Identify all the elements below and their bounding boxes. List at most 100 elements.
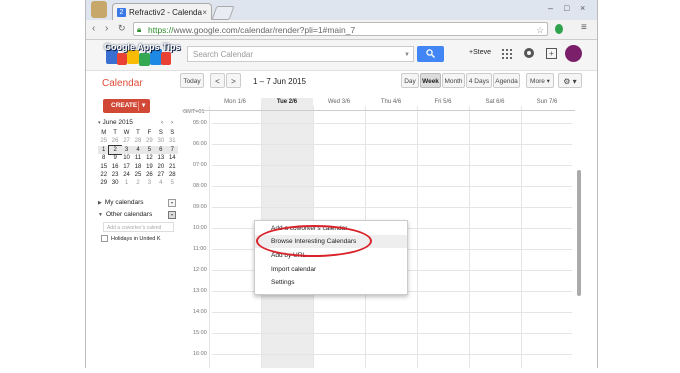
mini-calendar-day[interactable]: 22 — [98, 171, 109, 179]
mini-calendar-day[interactable]: 27 — [121, 137, 132, 145]
forward-icon[interactable]: › — [105, 23, 108, 34]
mini-calendar-day[interactable]: 2 — [108, 144, 122, 156]
mini-calendar-day[interactable]: 1 — [121, 179, 132, 187]
browser-menu-icon[interactable]: ≡ — [581, 22, 587, 33]
tab-close-icon[interactable]: × — [202, 4, 207, 20]
mini-calendar-day[interactable]: 3 — [120, 145, 133, 155]
mini-prev-icon[interactable]: ‹ — [161, 119, 163, 126]
create-button[interactable]: CREATE ▾ — [103, 99, 150, 113]
day-header[interactable]: Wed 3/6 — [313, 99, 365, 105]
mini-calendar-day[interactable]: 28 — [132, 137, 143, 145]
back-icon[interactable]: ‹ — [92, 23, 95, 34]
view-agenda-button[interactable]: Agenda — [493, 73, 520, 88]
add-coworker-input[interactable]: Add a coworker's calend — [103, 222, 174, 232]
share-plus-icon[interactable]: + — [546, 48, 557, 59]
mini-calendar-day[interactable]: 1 — [98, 145, 110, 155]
menu-item-add-by-url[interactable]: Add by URL — [271, 252, 306, 259]
mini-calendar-day[interactable]: 10 — [121, 154, 132, 162]
menu-item-add-coworker[interactable]: Add a coworker's calendar — [271, 225, 347, 232]
mini-calendar-day[interactable]: 8 — [98, 154, 109, 162]
reload-icon[interactable]: ↻ — [118, 23, 126, 34]
view-day-button[interactable]: Day — [401, 73, 419, 88]
mini-calendar-day[interactable]: 25 — [98, 137, 109, 145]
mini-calendar-day[interactable]: 4 — [155, 179, 166, 187]
mini-calendar-day[interactable]: 7 — [166, 145, 178, 155]
day-header[interactable]: Sun 7/6 — [521, 99, 573, 105]
apps-grid-icon[interactable] — [502, 49, 512, 59]
search-input[interactable]: Search Calendar ▼ — [187, 46, 414, 62]
mini-calendar-day[interactable]: 30 — [155, 137, 166, 145]
mini-calendar-day[interactable]: 15 — [98, 163, 109, 171]
mini-calendar-day[interactable]: 30 — [109, 179, 120, 187]
mini-calendar-day[interactable]: 17 — [121, 163, 132, 171]
mini-calendar-day[interactable]: 21 — [167, 163, 178, 171]
today-button[interactable]: Today — [180, 73, 204, 88]
day-header[interactable]: Sat 6/6 — [469, 99, 521, 105]
menu-item-settings[interactable]: Settings — [271, 279, 295, 286]
other-calendars-dropdown-icon[interactable]: ▾ — [168, 211, 176, 219]
mini-calendar-day[interactable]: 26 — [109, 137, 120, 145]
mini-calendar-day[interactable]: 12 — [144, 154, 155, 162]
mini-calendar-day[interactable]: 29 — [98, 179, 109, 187]
mini-calendar-day[interactable]: 24 — [121, 171, 132, 179]
prev-button[interactable]: < — [210, 73, 225, 88]
mini-calendar-day[interactable]: 20 — [155, 163, 166, 171]
profile-icon[interactable] — [91, 1, 107, 18]
search-options-icon[interactable]: ▼ — [404, 47, 410, 63]
mini-calendar-day[interactable]: 9 — [109, 154, 120, 162]
my-calendars-dropdown-icon[interactable]: ▾ — [168, 199, 176, 207]
day-header[interactable]: Tue 2/6 — [261, 99, 313, 105]
day-header[interactable]: Fri 5/6 — [417, 99, 469, 105]
search-button[interactable] — [417, 46, 444, 62]
mini-calendar-day[interactable]: 23 — [109, 171, 120, 179]
mini-calendar-day[interactable]: 27 — [155, 171, 166, 179]
day-header[interactable]: Mon 1/6 — [209, 99, 261, 105]
settings-button[interactable]: ⚙ ▾ — [558, 73, 582, 88]
view-4days-button[interactable]: 4 Days — [466, 73, 492, 88]
mini-calendar-day[interactable]: 5 — [143, 145, 156, 155]
maximize-icon[interactable]: □ — [564, 3, 569, 13]
extension-icon[interactable] — [555, 24, 563, 34]
notifications-icon[interactable] — [524, 48, 534, 58]
mini-calendar-day[interactable]: 4 — [132, 145, 144, 155]
next-button[interactable]: > — [226, 73, 241, 88]
collapse-triangle-icon[interactable]: ▾ — [98, 120, 101, 126]
mini-calendar-day[interactable]: 14 — [167, 154, 178, 162]
browser-tab[interactable]: 2 Refractiv2 - Calenda × — [112, 3, 212, 20]
day-header[interactable]: Thu 4/6 — [365, 99, 417, 105]
address-bar[interactable]: 🔒︎ https://www.google.com/calendar/rende… — [133, 22, 548, 36]
mini-calendar-day[interactable]: 25 — [132, 171, 143, 179]
my-calendars-header[interactable]: ▶ My calendars — [98, 199, 144, 206]
view-week-button[interactable]: Week — [420, 73, 441, 88]
mini-calendar-day[interactable]: 13 — [155, 154, 166, 162]
mini-calendar-day[interactable]: 16 — [109, 163, 120, 171]
view-month-button[interactable]: Month — [442, 73, 465, 88]
create-dropdown-icon[interactable]: ▾ — [142, 99, 145, 113]
close-window-icon[interactable]: × — [580, 3, 585, 13]
holidays-checkbox[interactable] — [101, 235, 108, 242]
new-tab-button[interactable] — [211, 6, 235, 20]
mini-calendar-day[interactable]: 5 — [167, 179, 178, 187]
more-button[interactable]: More ▾ — [526, 73, 554, 88]
mini-calendar-day[interactable]: 18 — [132, 163, 143, 171]
holidays-calendar-item[interactable]: Holidays in United K — [101, 235, 161, 242]
minimize-icon[interactable]: – — [548, 3, 553, 13]
menu-item-browse-interesting[interactable]: Browse Interesting Calendars — [271, 238, 356, 245]
mini-calendar-day[interactable]: 28 — [167, 171, 178, 179]
mini-calendar-day[interactable]: 11 — [132, 154, 143, 162]
mini-calendar-month[interactable]: June 2015 — [103, 119, 133, 126]
mini-calendar-day[interactable]: 29 — [144, 137, 155, 145]
mini-calendar-day[interactable]: 31 — [167, 137, 178, 145]
google-apps-tips-logo[interactable]: Google Apps Tips — [102, 41, 181, 68]
avatar[interactable] — [565, 45, 582, 62]
mini-calendar-day[interactable]: 2 — [132, 179, 143, 187]
mini-calendar-day[interactable]: 3 — [144, 179, 155, 187]
mini-calendar-day[interactable]: 26 — [144, 171, 155, 179]
scrollbar[interactable] — [577, 170, 581, 296]
mini-calendar-day[interactable]: 6 — [155, 145, 167, 155]
user-name-link[interactable]: +Steve — [469, 49, 491, 56]
menu-item-import[interactable]: Import calendar — [271, 266, 316, 273]
other-calendars-header[interactable]: ▼ Other calendars — [98, 211, 152, 218]
mini-calendar-day[interactable]: 19 — [144, 163, 155, 171]
app-title[interactable]: Calendar — [102, 78, 143, 89]
